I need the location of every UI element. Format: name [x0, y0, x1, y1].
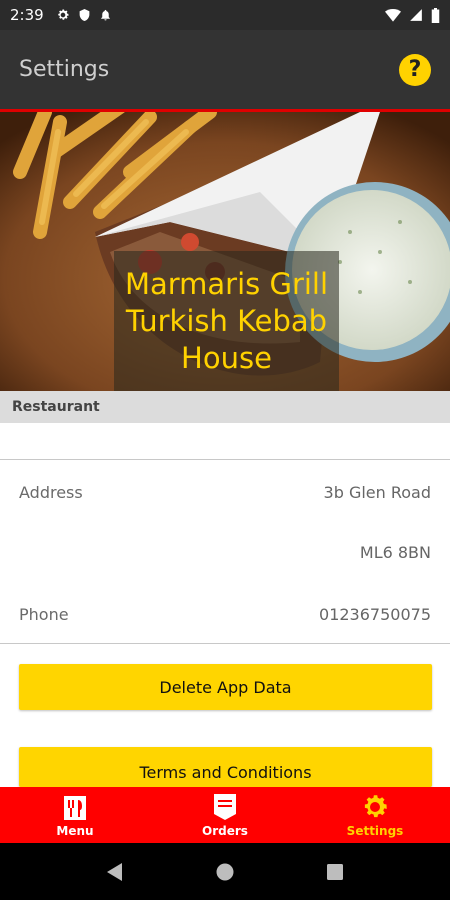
- bottom-nav: Menu Orders Settings: [0, 787, 450, 843]
- address-line1: 3b Glen Road: [323, 482, 431, 502]
- shield-icon: [78, 8, 91, 22]
- delete-app-data-button[interactable]: Delete App Data: [19, 664, 432, 710]
- blank-row: [0, 423, 450, 460]
- restaurant-name: Marmaris Grill Turkish Kebab House: [124, 266, 329, 375]
- nav-label-orders: Orders: [202, 824, 248, 838]
- status-time: 2:39: [10, 6, 44, 24]
- help-glyph: ?: [408, 57, 422, 82]
- terms-and-conditions-button[interactable]: Terms and Conditions: [19, 747, 432, 787]
- signal-icon: [409, 8, 423, 22]
- help-icon[interactable]: ?: [399, 53, 431, 86]
- nav-label-menu: Menu: [56, 824, 94, 838]
- status-bar: 2:39: [0, 0, 450, 30]
- address-postcode-row: ML6 8BN: [0, 532, 450, 572]
- restaurant-name-panel: Marmaris Grill Turkish Kebab House: [114, 251, 339, 391]
- back-icon[interactable]: [106, 862, 123, 881]
- orders-icon: [211, 792, 239, 824]
- phone-label: Phone: [19, 604, 69, 624]
- nav-item-orders[interactable]: Orders: [150, 787, 300, 843]
- menu-icon: [61, 792, 89, 824]
- address-row: Address 3b Glen Road: [0, 472, 450, 512]
- address-label: Address: [19, 482, 83, 502]
- hero-banner: Marmaris Grill Turkish Kebab House: [0, 112, 450, 391]
- settings-icon: [360, 792, 390, 824]
- nav-label-settings: Settings: [346, 824, 404, 838]
- recents-icon[interactable]: [327, 863, 344, 880]
- section-header-label: Restaurant: [12, 399, 100, 415]
- page-title: Settings: [19, 57, 110, 82]
- home-icon[interactable]: [216, 863, 234, 881]
- section-header-restaurant: Restaurant: [0, 391, 450, 423]
- bell-icon: [99, 8, 112, 22]
- divider: [0, 643, 450, 644]
- phone-value[interactable]: 01236750075: [319, 605, 431, 624]
- address-line2: ML6 8BN: [359, 542, 431, 562]
- wifi-icon: [385, 8, 401, 22]
- battery-icon: [431, 7, 440, 23]
- nav-item-settings[interactable]: Settings: [300, 787, 450, 843]
- system-nav-bar: [0, 843, 450, 900]
- phone-row[interactable]: Phone 01236750075: [0, 594, 450, 634]
- nav-item-menu[interactable]: Menu: [0, 787, 150, 843]
- app-bar: Settings ?: [0, 30, 450, 109]
- gear-icon: [56, 8, 70, 22]
